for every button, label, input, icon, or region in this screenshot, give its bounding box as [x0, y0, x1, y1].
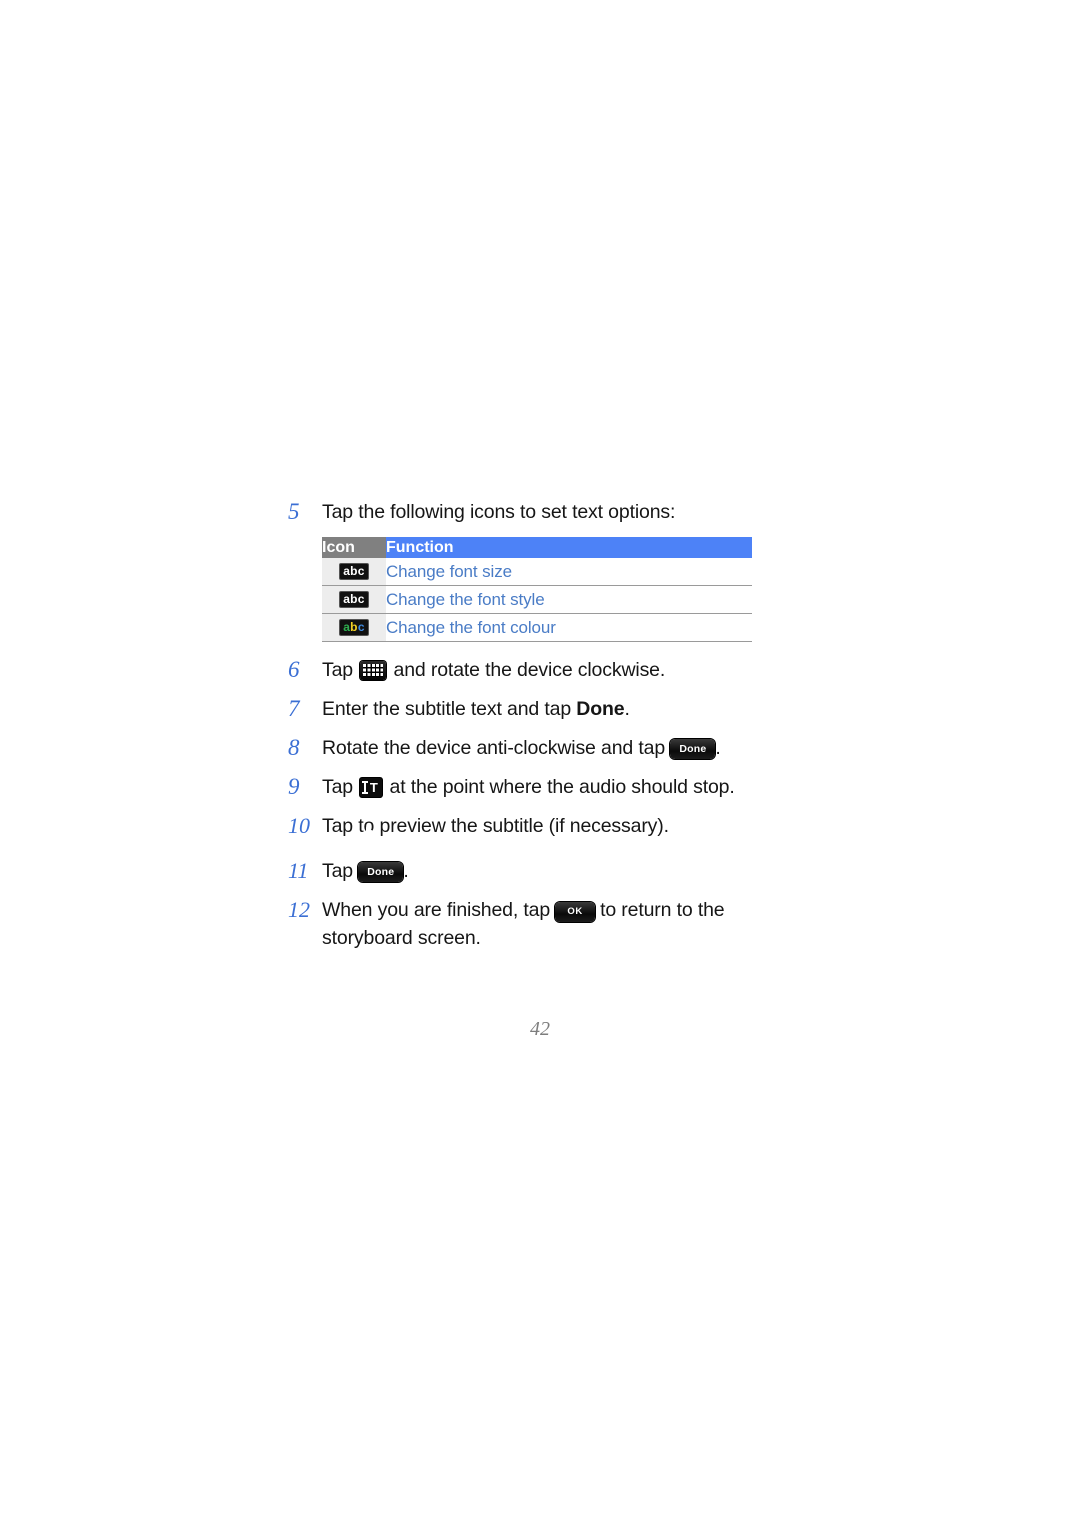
cell-function: Change the font style: [386, 589, 545, 609]
done-button-icon: Done: [358, 862, 404, 882]
abc-mono-icon: abc: [339, 590, 369, 608]
abc-colour-icon: abc: [339, 618, 369, 636]
table-header-row: Icon Function: [322, 537, 752, 558]
cell-icon: abc: [322, 613, 386, 642]
done-button-icon: Done: [670, 739, 716, 759]
step-text-before: Rotate the device anti-clockwise and tap: [322, 737, 671, 759]
step-text-after: .: [403, 860, 409, 882]
step-text-after: .: [715, 737, 721, 759]
step-text: Tap T at the point where the audio shoul…: [322, 773, 735, 801]
step-text: Rotate the device anti-clockwise and tap…: [322, 734, 721, 762]
table-row: abc Change font size: [322, 558, 752, 586]
cell-function: Change font size: [386, 561, 512, 581]
step-number: 6: [288, 657, 300, 682]
table-header: Icon Function: [322, 537, 752, 558]
step-text-after: and rotate the device clockwise.: [388, 659, 666, 681]
column-header-icon: Icon: [322, 537, 386, 558]
step-text-after: to preview the subtitle (if necessary).: [358, 815, 669, 837]
text-options-table: Icon Function abc Change font size abc C…: [322, 537, 752, 642]
table-row: abc Change the font colour: [322, 613, 752, 642]
step-number: 7: [288, 696, 300, 721]
step-text-after: .: [624, 698, 630, 720]
step-text: Tap to preview the subtitle (if necessar…: [322, 812, 669, 846]
step-5: 5 Tap the following icons to set text op…: [288, 498, 808, 526]
step-text-before: Tap: [322, 659, 359, 681]
step-8: 8 Rotate the device anti-clockwise and t…: [288, 734, 808, 762]
step-text-before: Tap: [322, 860, 359, 882]
step-text-before: When you are finished, tap: [322, 899, 556, 921]
text-cursor-icon: T: [360, 778, 383, 797]
ok-button-icon: OK: [555, 902, 595, 922]
step-number: 11: [288, 858, 309, 883]
cell-function: Change the font colour: [386, 617, 556, 637]
cell-icon: abc: [322, 558, 386, 586]
step-9: 9 Tap T at the point where the audio sho…: [288, 773, 808, 801]
step-11: 11 Tap Done.: [288, 857, 808, 885]
manual-page: 5 Tap the following icons to set text op…: [0, 0, 1080, 1527]
table-row: abc Change the font style: [322, 585, 752, 614]
step-number: 9: [288, 774, 300, 799]
step-text: Tap and rotate the device clockwise.: [322, 656, 665, 684]
step-7: 7 Enter the subtitle text and tap Done.: [288, 695, 808, 723]
column-header-function: Function: [386, 537, 752, 558]
abc-mono-icon: abc: [339, 562, 369, 580]
abc-icon-text: abc: [343, 563, 365, 578]
step-number: 12: [288, 897, 310, 922]
step-text-emphasis: Done: [576, 698, 625, 720]
keyboard-icon: [360, 661, 387, 680]
step-text: Enter the subtitle text and tap Done.: [322, 695, 630, 723]
step-12: 12 When you are finished, tap OK to retu…: [288, 896, 808, 952]
step-number: 5: [288, 499, 300, 524]
step-10: 10 Tap to preview the subtitle (if neces…: [288, 812, 808, 846]
page-content: 5 Tap the following icons to set text op…: [288, 498, 808, 963]
step-text-before: Enter the subtitle text and tap: [322, 698, 577, 720]
step-text: Tap Done.: [322, 857, 409, 885]
step-6: 6 Tap and rotate the device clockwise.: [288, 656, 808, 684]
step-number: 8: [288, 735, 300, 760]
step-text-before: Tap: [322, 815, 359, 837]
abc-icon-text: abc: [343, 591, 365, 606]
table-body: abc Change font size abc Change the font…: [322, 558, 752, 642]
cell-icon: abc: [322, 585, 386, 614]
step-text: When you are finished, tap OK to return …: [322, 896, 808, 952]
step-text: Tap the following icons to set text opti…: [322, 501, 676, 523]
step-number: 10: [288, 813, 310, 838]
step-text-after: at the point where the audio should stop…: [384, 776, 735, 798]
page-number: 42: [530, 1018, 550, 1040]
step-text-before: Tap: [322, 776, 359, 798]
